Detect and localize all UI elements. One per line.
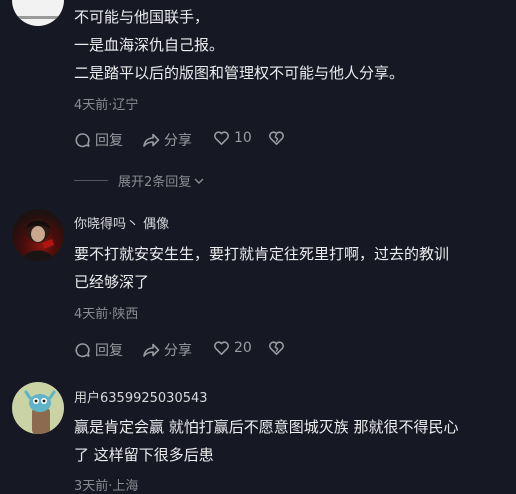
broken-heart-icon: [269, 131, 284, 145]
share-label: 分享: [164, 133, 192, 149]
username[interactable]: 你晓得吗丶 偶像: [74, 213, 169, 232]
like-count: 10: [234, 130, 252, 146]
comment-text-line: 二是踏平以后的版图和管理权不可能与他人分享。: [74, 64, 405, 82]
broken-heart-icon: [269, 341, 284, 355]
comment-text-line: 不可能与他国联手，: [74, 8, 210, 26]
comment-text-line: 要不打就安安生生，要打就肯定往死里打啊，过去的教训: [74, 245, 450, 263]
avatar[interactable]: [12, 382, 64, 434]
comment-bubble-icon: [75, 342, 90, 357]
like-button[interactable]: 10: [213, 130, 252, 146]
comment-text-line: 一是血海深仇自己报。: [74, 36, 225, 54]
comment-meta: 4天前·陕西: [74, 307, 139, 322]
like-button[interactable]: 20: [213, 340, 252, 356]
share-arrow-icon: [143, 133, 160, 147]
reply-label: 回复: [95, 133, 123, 149]
comment-text-line: 了 这样留下很多后患: [74, 446, 214, 464]
share-button[interactable]: 分享: [142, 340, 192, 360]
comment-text-line: 已经够深了: [74, 273, 150, 291]
dislike-button[interactable]: [268, 130, 285, 146]
like-count: 20: [234, 340, 252, 356]
share-label: 分享: [164, 343, 192, 359]
comment-meta: 4天前·辽宁: [74, 98, 139, 113]
expand-replies-label: 展开2条回复: [118, 175, 192, 190]
dislike-button[interactable]: [268, 340, 285, 356]
divider: [74, 180, 108, 181]
avatar[interactable]: [12, 0, 64, 26]
comment-bubble-icon: [75, 132, 90, 147]
chevron-down-icon: [194, 178, 204, 184]
reply-label: 回复: [95, 343, 123, 359]
avatar[interactable]: [12, 209, 64, 261]
share-button[interactable]: 分享: [142, 130, 192, 150]
reply-button[interactable]: 回复: [74, 130, 123, 150]
username[interactable]: 用户6359925030543: [74, 387, 208, 406]
reply-button[interactable]: 回复: [74, 340, 123, 360]
heart-icon: [214, 131, 229, 145]
avatar-image: [22, 219, 54, 261]
avatar-image: [24, 390, 56, 434]
expand-replies[interactable]: 展开2条回复: [74, 171, 205, 190]
share-arrow-icon: [143, 343, 160, 357]
comment-text-line: 赢是肯定会赢 就怕打赢后不愿意图城灭族 那就很不得民心: [74, 418, 459, 436]
heart-icon: [214, 341, 229, 355]
